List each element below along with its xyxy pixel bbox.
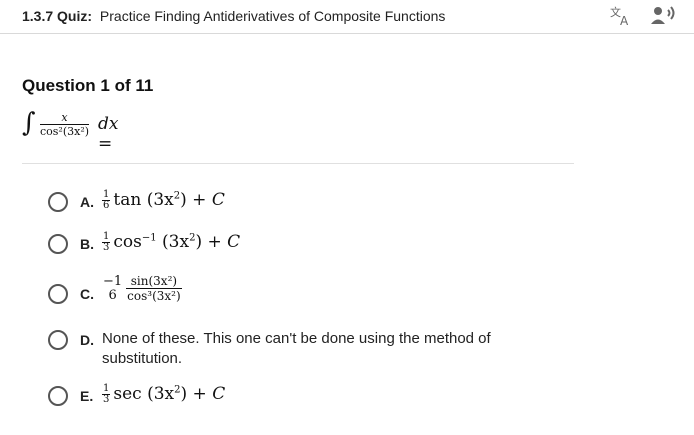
radio-d[interactable] [48,330,68,350]
integral-sign: ∫ [22,108,36,138]
prompt-tail: dx = [98,114,119,154]
option-letter: B. [80,236,94,252]
quiz-header: 1.3.7 Quiz: Practice Finding Antiderivat… [0,0,694,34]
option-letter: A. [80,194,94,210]
quiz-title: Practice Finding Antiderivatives of Comp… [99,8,446,24]
quiz-label: Quiz: [57,8,93,24]
integrand-denominator: cos²(3x²) [40,125,90,138]
option-d-text: None of these. This one can't be done us… [102,330,491,367]
option-letter: E. [80,388,94,404]
radio-b[interactable] [48,234,68,254]
option-letter: C. [80,286,94,302]
radio-a[interactable] [48,192,68,212]
divider [22,163,574,164]
speaker-icon[interactable] [648,5,678,27]
quiz-number: 1.3.7 [22,8,54,24]
svg-text:A: A [620,14,629,27]
radio-e[interactable] [48,386,68,406]
option-b[interactable]: B. 1 3 cos−1 (3x2) + C [44,232,344,256]
integrand-fraction: x cos²(3x²) [40,111,90,138]
integrand-numerator: x [61,111,68,124]
option-e-math: 1 3 sec (3x2) + C [102,383,226,405]
option-b-math: 1 3 cos−1 (3x2) + C [102,231,241,253]
option-c[interactable]: C. −1 6 sin(3x²) cos³(3x²) [44,274,344,314]
option-a[interactable]: A. 1 6 tan (3x2) + C [44,190,344,214]
question-label: Question 1 of 11 [22,76,154,95]
option-c-math: −1 6 sin(3x²) cos³(3x²) [103,273,182,303]
option-e[interactable]: E. 1 3 sec (3x2) + C [44,384,344,408]
option-d[interactable]: D. None of these. This one can't be done… [44,328,524,370]
option-a-math: 1 6 tan (3x2) + C [102,189,225,211]
translate-icon[interactable]: 文 A [608,5,634,27]
radio-c[interactable] [48,284,68,304]
option-letter: D. [80,332,94,348]
breadcrumb: 1.3.7 Quiz: Practice Finding Antiderivat… [22,8,445,24]
